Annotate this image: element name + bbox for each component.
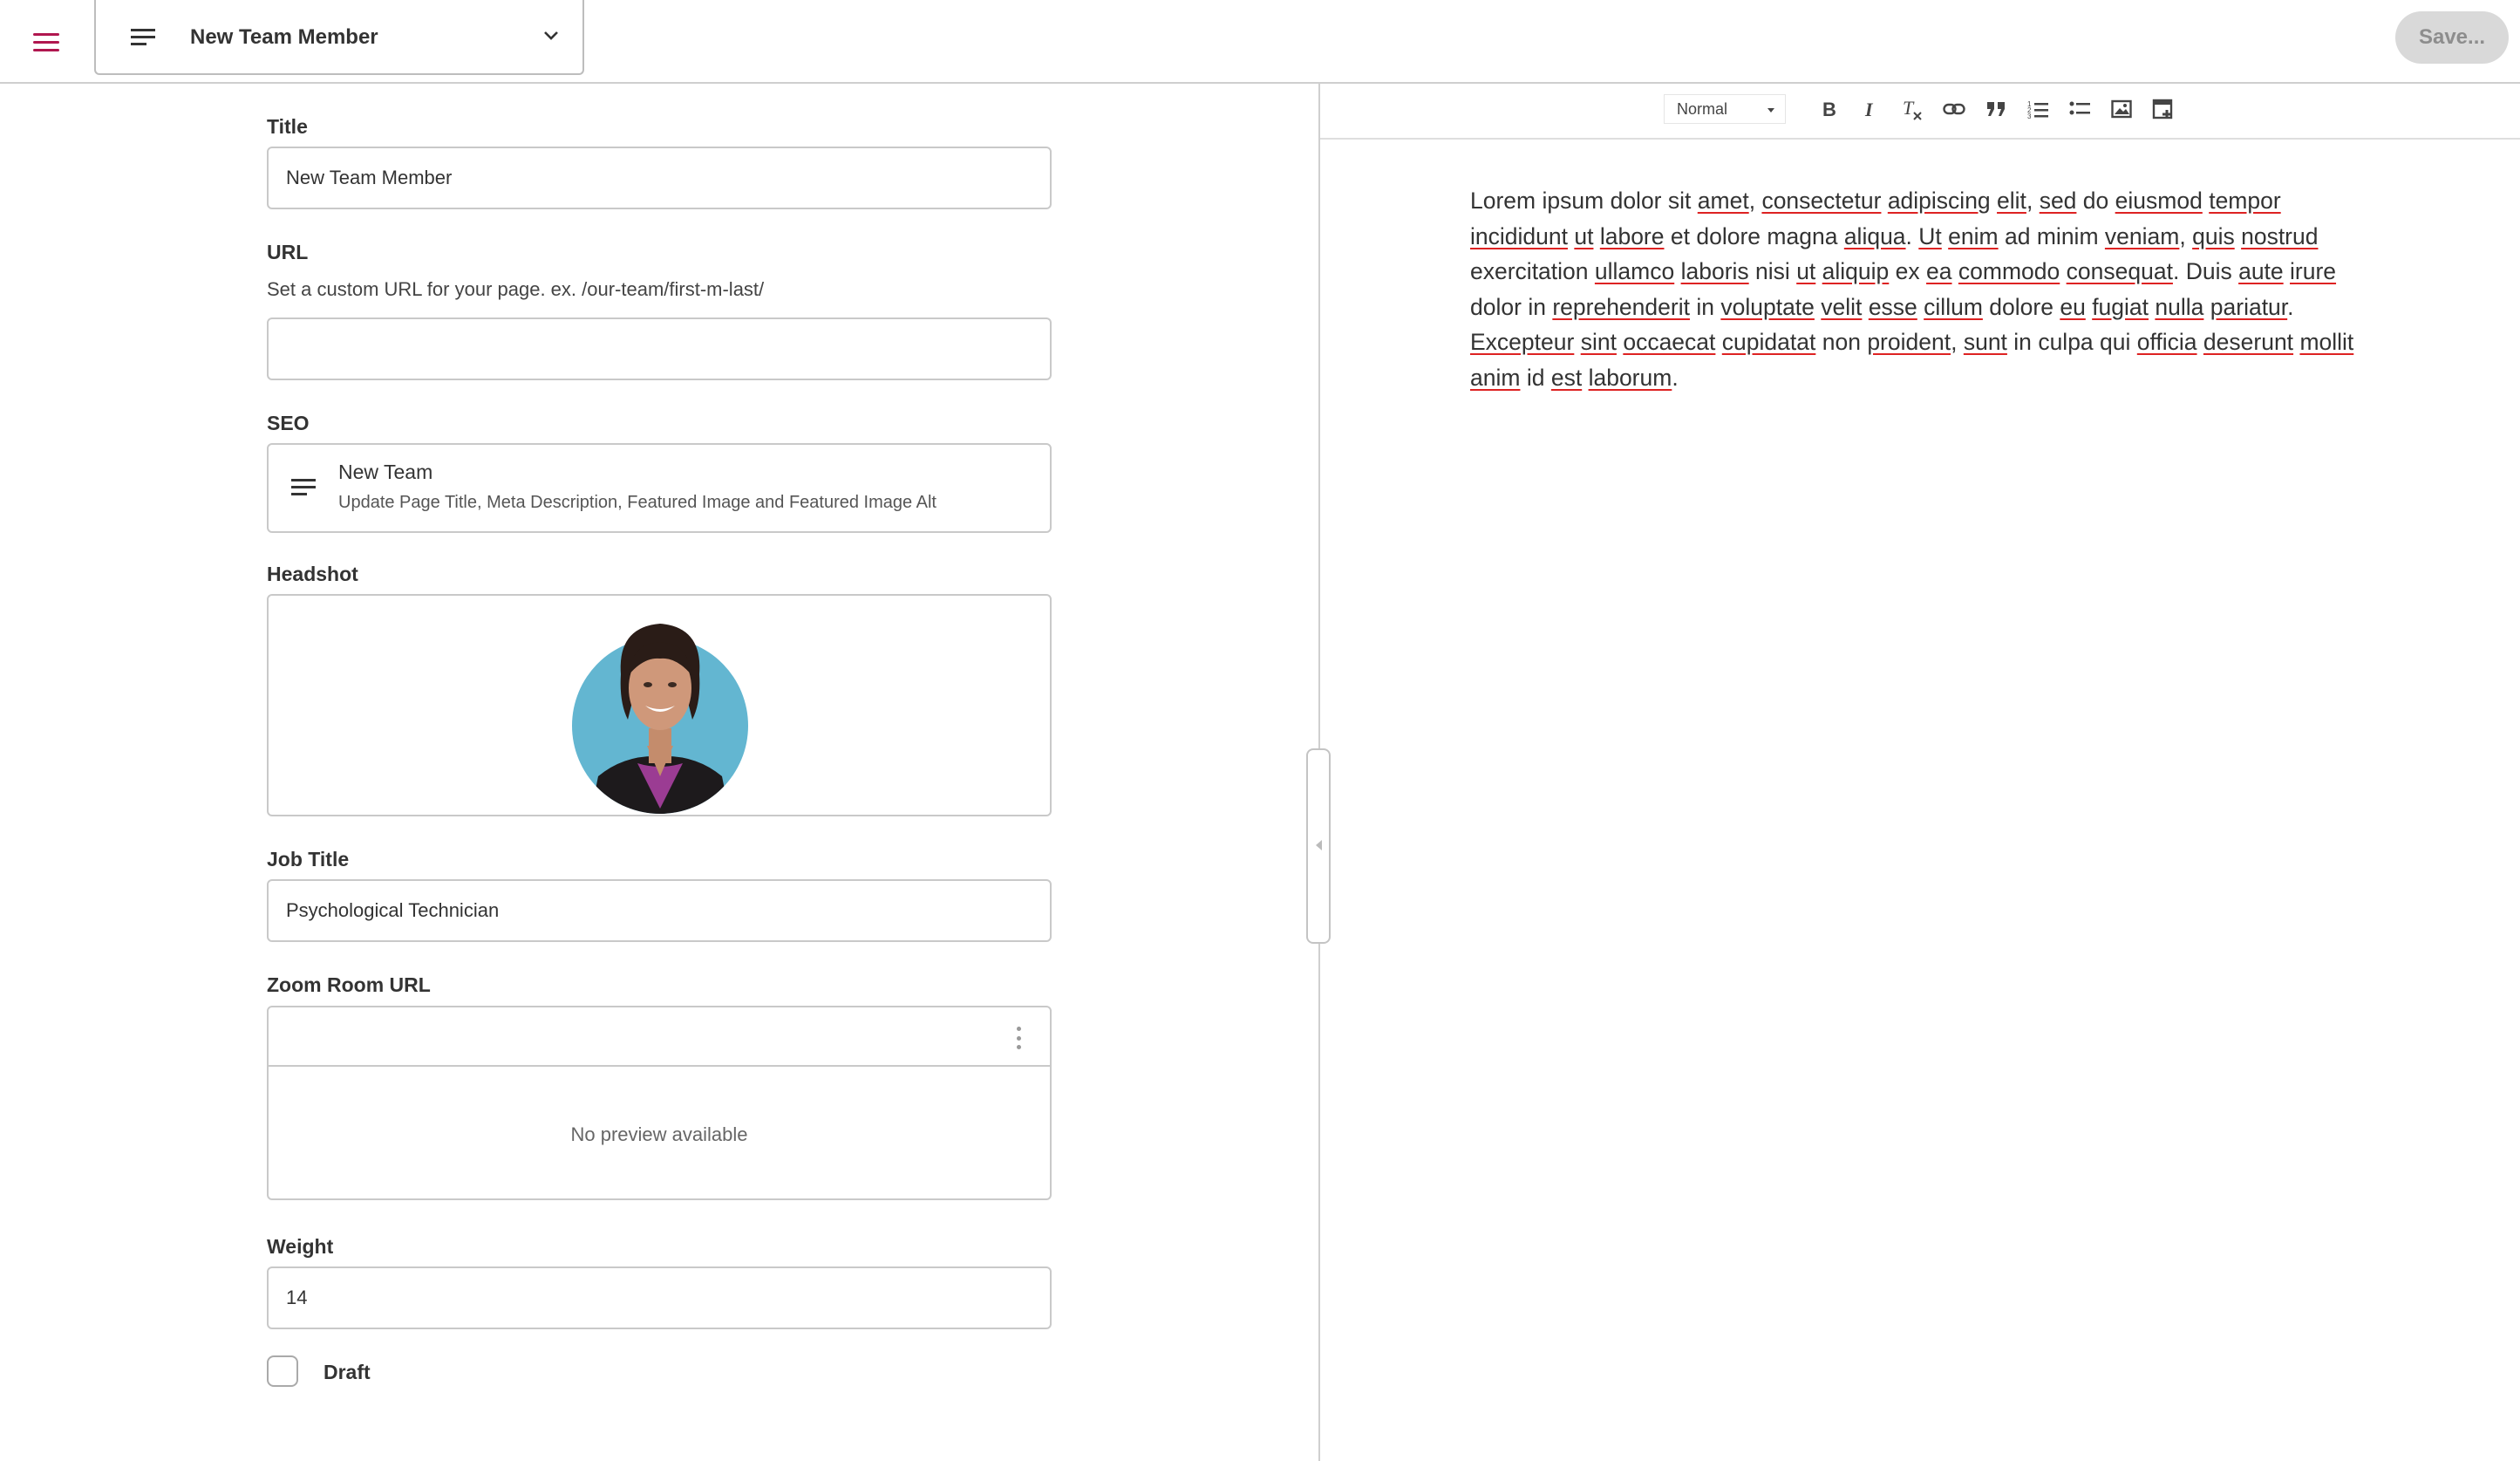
misspelled-word: mollit — [2299, 329, 2354, 355]
misspelled-word: veniam — [2104, 222, 2180, 249]
misspelled-word: commodo — [1958, 258, 2060, 284]
lines-icon — [131, 28, 155, 51]
misspelled-word: laborum — [1588, 364, 1672, 391]
svg-text:T: T — [1903, 98, 1915, 119]
draft-checkbox[interactable] — [267, 1355, 298, 1387]
misspelled-word: Ut — [1918, 222, 1942, 249]
misspelled-word: cupidatat — [1721, 329, 1816, 355]
weight-input[interactable] — [267, 1266, 1052, 1329]
misspelled-word: sint — [1580, 329, 1617, 355]
collapse-arrow-icon — [1316, 840, 1322, 850]
misspelled-word: est — [1550, 364, 1583, 391]
form-panel: Title URL Set a custom URL for your page… — [0, 84, 1318, 1461]
misspelled-word: esse — [1868, 293, 1917, 320]
document-title: New Team Member — [190, 25, 378, 49]
image-icon[interactable] — [2107, 94, 2136, 124]
lines-icon — [291, 478, 316, 502]
ordered-list-icon[interactable]: 123 — [2023, 94, 2053, 124]
editor-toolbar: Normal B I T 123 — [1320, 84, 2520, 140]
clear-format-icon[interactable]: T — [1897, 94, 1927, 124]
chevron-down-icon[interactable] — [542, 30, 560, 46]
title-input[interactable] — [267, 147, 1052, 209]
seo-label: SEO — [267, 412, 310, 434]
embed-icon[interactable] — [2149, 94, 2178, 124]
misspelled-word: adipiscing — [1887, 188, 1991, 214]
seo-title: New Team — [338, 461, 433, 483]
editor-body-text[interactable]: Lorem ipsum dolor sit amet, consectetur … — [1470, 183, 2377, 395]
misspelled-word: pariatur — [2210, 293, 2288, 320]
save-button[interactable]: Save... — [2395, 11, 2509, 64]
misspelled-word: ea — [1926, 258, 1952, 284]
misspelled-word: elit — [1997, 188, 2026, 214]
weight-label: Weight — [267, 1235, 334, 1258]
zoom-url-label: Zoom Room URL — [267, 973, 431, 996]
misspelled-word: ut — [1574, 222, 1594, 249]
misspelled-word: cillum — [1924, 293, 1983, 320]
format-select-value: Normal — [1677, 100, 1728, 118]
draft-label: Draft — [324, 1361, 371, 1383]
misspelled-word: occaecat — [1623, 329, 1716, 355]
misspelled-word: irure — [2290, 258, 2337, 284]
misspelled-word: Excepteur — [1470, 329, 1575, 355]
misspelled-word: fugiat — [2092, 293, 2149, 320]
seo-settings-button[interactable]: New Team Update Page Title, Meta Descrip… — [267, 443, 1052, 533]
misspelled-word: sed — [2039, 188, 2077, 214]
misspelled-word: nostrud — [2241, 222, 2319, 249]
misspelled-word: deserunt — [2203, 329, 2294, 355]
misspelled-word: ullamco — [1594, 258, 1675, 284]
misspelled-word: incididunt — [1470, 222, 1568, 249]
resize-handle[interactable] — [1306, 748, 1331, 944]
blockquote-icon[interactable] — [1981, 94, 2011, 124]
misspelled-word: sunt — [1963, 329, 2007, 355]
misspelled-word: consequat — [2066, 258, 2173, 284]
svg-text:I: I — [1864, 99, 1874, 119]
zoom-url-input[interactable] — [269, 1007, 1050, 1067]
headshot-avatar — [572, 624, 748, 814]
top-bar: New Team Member Save... — [0, 0, 2520, 84]
misspelled-word: proident — [1867, 329, 1951, 355]
url-label: URL — [267, 241, 309, 263]
headshot-label: Headshot — [267, 563, 358, 585]
svg-text:3: 3 — [2027, 113, 2032, 119]
seo-subtitle: Update Page Title, Meta Description, Fea… — [338, 493, 936, 512]
no-preview-text: No preview available — [570, 1123, 748, 1145]
misspelled-word: aliquip — [1822, 258, 1890, 284]
misspelled-word: enim — [1948, 222, 1999, 249]
bullet-list-icon[interactable] — [2065, 94, 2094, 124]
job-title-input[interactable] — [267, 879, 1052, 942]
link-icon[interactable] — [1939, 94, 1969, 124]
misspelled-word: voluptate — [1720, 293, 1815, 320]
misspelled-word: velit — [1821, 293, 1863, 320]
misspelled-word: anim — [1470, 364, 1521, 391]
misspelled-word: aliqua — [1843, 222, 1906, 249]
format-select[interactable]: Normal — [1664, 94, 1786, 124]
job-title-label: Job Title — [267, 848, 350, 870]
misspelled-word: eu — [2060, 293, 2086, 320]
misspelled-word: consectetur — [1761, 188, 1882, 214]
misspelled-word: aute — [2238, 258, 2284, 284]
more-options-icon[interactable] — [1013, 1027, 1024, 1049]
misspelled-word: laboris — [1680, 258, 1749, 284]
misspelled-word: tempor — [2209, 188, 2281, 214]
misspelled-word: ut — [1796, 258, 1816, 284]
misspelled-word: eiusmod — [2115, 188, 2203, 214]
misspelled-word: labore — [1599, 222, 1665, 249]
caret-down-icon — [1767, 108, 1774, 113]
hamburger-menu-icon[interactable] — [24, 21, 68, 63]
misspelled-word: quis — [2192, 222, 2235, 249]
title-label: Title — [267, 115, 308, 138]
url-help-text: Set a custom URL for your page. ex. /our… — [267, 278, 765, 300]
document-selector[interactable]: New Team Member — [94, 0, 584, 75]
misspelled-word: reprehenderit — [1552, 293, 1690, 320]
italic-icon[interactable]: I — [1856, 94, 1885, 124]
bold-icon[interactable]: B — [1814, 94, 1843, 124]
url-input[interactable] — [267, 317, 1052, 380]
misspelled-word: amet — [1697, 188, 1749, 214]
misspelled-word: officia — [2136, 329, 2197, 355]
headshot-picker[interactable] — [267, 594, 1052, 816]
zoom-url-embed: No preview available — [267, 1006, 1052, 1200]
svg-text:B: B — [1822, 99, 1836, 119]
misspelled-word: nulla — [2155, 293, 2204, 320]
